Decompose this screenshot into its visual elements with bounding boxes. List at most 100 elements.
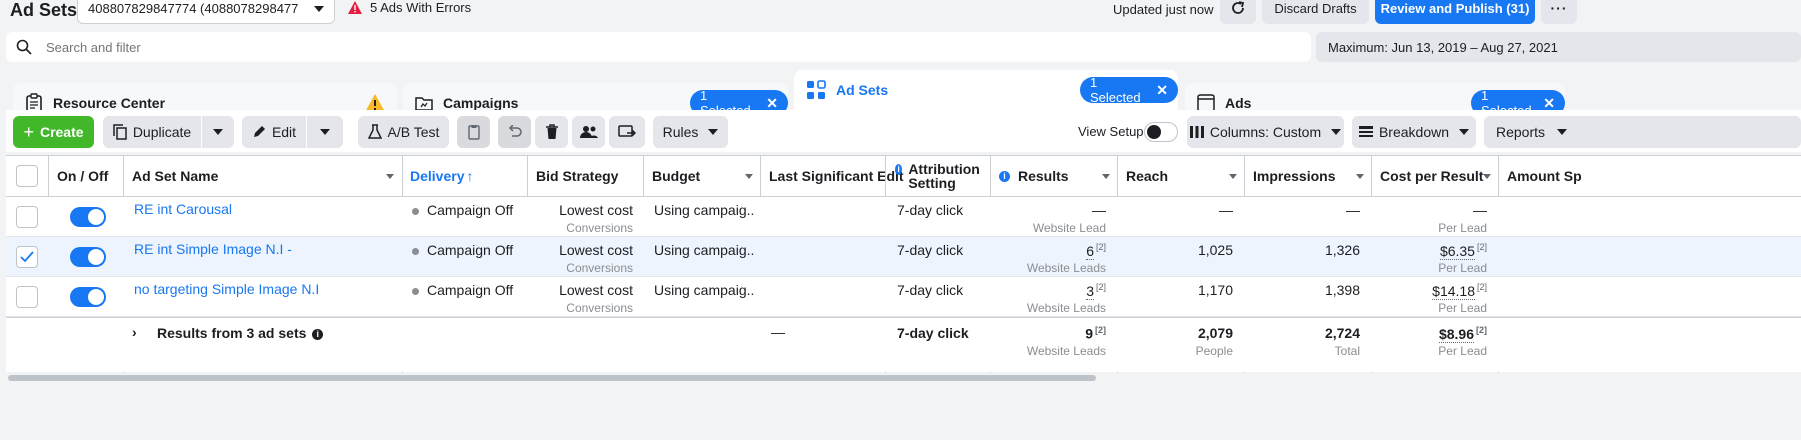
create-button[interactable]: + Create [13, 116, 94, 148]
col-attribution[interactable]: i Attribution Setting [895, 156, 990, 196]
cpr-number: $14.18 [1432, 282, 1475, 300]
chevron-right-icon[interactable]: › [132, 324, 137, 340]
on-off-toggle[interactable] [70, 207, 106, 227]
sort-icon[interactable] [1483, 174, 1491, 179]
summary-impressions: 2,724 [1324, 325, 1360, 341]
clipboard-button[interactable] [457, 116, 490, 148]
reports-button[interactable]: Reports [1484, 116, 1801, 148]
delivery-status: Campaign Off [412, 282, 513, 298]
col-label: Cost per Result [1380, 168, 1484, 184]
table-row[interactable]: no targeting Simple Image N.I Campaign O… [6, 277, 1801, 317]
info-icon[interactable]: i [312, 329, 324, 340]
ad-set-name-link[interactable]: RE int Carousal [134, 201, 232, 217]
date-range-picker[interactable]: Maximum: Jun 13, 2019 – Aug 27, 2021 [1316, 32, 1801, 62]
more-options-button[interactable]: ··· [1541, 0, 1577, 24]
columns-button[interactable]: Columns: Custom [1187, 116, 1344, 148]
cpr-value[interactable]: $14.18 [2] [1377, 282, 1487, 300]
summary-label: Results from 3 ad sets i [157, 325, 324, 341]
delete-button[interactable] [535, 116, 568, 148]
row-checkbox[interactable] [16, 206, 38, 228]
undo-icon [508, 125, 522, 137]
close-icon[interactable]: ✕ [1543, 95, 1555, 112]
search-bar[interactable] [6, 32, 1311, 62]
col-label: Results [1018, 168, 1069, 184]
table-row[interactable]: RE int Simple Image N.I - Campaign Off L… [6, 237, 1801, 277]
col-budget[interactable]: Budget [652, 156, 700, 196]
row-checkbox[interactable] [16, 246, 38, 268]
duplicate-button[interactable]: Duplicate [103, 116, 201, 148]
errors-notice[interactable]: 5 Ads With Errors [348, 0, 471, 15]
view-setup-toggle[interactable] [1144, 122, 1178, 142]
col-onoff[interactable]: On / Off [57, 156, 108, 196]
sort-icon[interactable] [386, 174, 394, 179]
scrollbar-thumb[interactable] [8, 375, 1096, 381]
plus-icon: + [23, 121, 34, 142]
table-row[interactable]: RE int Carousal Campaign Off Lowest cost… [6, 197, 1801, 237]
close-icon[interactable]: ✕ [766, 95, 778, 112]
status-dot [412, 247, 419, 255]
breakdown-button[interactable]: Breakdown [1352, 116, 1476, 148]
ad-set-name-link[interactable]: no targeting Simple Image N.I [134, 281, 319, 297]
horizontal-scrollbar[interactable] [6, 374, 1801, 382]
beaker-icon [367, 124, 382, 139]
info-icon[interactable]: i [999, 170, 1010, 182]
tab-ad-sets[interactable]: Ad Sets 1 Selected ✕ [794, 70, 1178, 110]
ad-set-name-link[interactable]: RE int Simple Image N.I - [134, 241, 292, 257]
rules-button[interactable]: Rules [653, 116, 728, 148]
sort-icon[interactable] [1356, 174, 1364, 179]
attribution-setting: 7-day click [897, 242, 964, 258]
summary-reach-sub: People [1195, 344, 1233, 358]
col-amount-spent[interactable]: Amount Sp [1507, 156, 1582, 196]
preview-button[interactable] [609, 116, 645, 148]
col-delivery[interactable]: Delivery ↑ [410, 156, 473, 196]
summary-row: › Results from 3 ad sets i — 7-day click… [6, 317, 1801, 372]
on-off-toggle[interactable] [70, 247, 106, 267]
error-triangle-icon [348, 1, 362, 14]
duplicate-dropdown-button[interactable] [202, 116, 234, 148]
selected-pill[interactable]: 1 Selected ✕ [1080, 75, 1178, 105]
checkmark-icon [20, 251, 34, 263]
edit-dropdown-button[interactable] [307, 116, 343, 148]
close-icon[interactable]: ✕ [1156, 82, 1168, 99]
col-ad-set-name[interactable]: Ad Set Name [132, 156, 218, 196]
ab-test-button[interactable]: A/B Test [358, 116, 449, 148]
summary-cpr-number: $8.96 [1438, 325, 1474, 343]
arrow-up-icon: ↑ [466, 168, 474, 184]
attribution-setting: 7-day click [897, 202, 964, 218]
review-publish-button[interactable]: Review and Publish (31) [1375, 0, 1535, 24]
col-impressions[interactable]: Impressions [1253, 156, 1335, 196]
audience-button[interactable] [572, 116, 605, 148]
results-value[interactable]: 3 [2] [996, 282, 1106, 300]
cpr-value[interactable]: $6.35 [2] [1377, 242, 1487, 260]
col-label: Budget [652, 168, 701, 184]
row-checkbox[interactable] [16, 286, 38, 308]
results-sub: Website Lead [1032, 221, 1106, 235]
columns-label: Columns: Custom [1209, 124, 1322, 140]
col-cost-per-result[interactable]: Cost per Result [1380, 156, 1483, 196]
on-off-toggle[interactable] [70, 287, 106, 307]
sort-icon[interactable] [745, 174, 753, 179]
col-last-edit[interactable]: Last Significant Edit [769, 156, 904, 196]
grid-icon [807, 80, 826, 99]
col-results[interactable]: i Results [999, 156, 1069, 196]
col-reach[interactable]: Reach [1126, 156, 1168, 196]
search-input[interactable] [46, 39, 1246, 55]
refresh-button[interactable] [1220, 0, 1256, 24]
summary-results: 9 [2] [996, 325, 1106, 342]
col-bid-strategy[interactable]: Bid Strategy [536, 156, 618, 196]
select-all-checkbox[interactable] [16, 165, 38, 187]
reach-value: 1,170 [1197, 282, 1233, 298]
edit-button[interactable]: Edit [242, 116, 306, 148]
col-divider [48, 156, 49, 197]
account-select[interactable]: 408807829847774 (408807829847777... [77, 0, 335, 24]
updated-status: Updated just now [1113, 2, 1214, 17]
discard-drafts-button[interactable]: Discard Drafts [1262, 0, 1369, 24]
results-value[interactable]: 6 [2] [996, 242, 1106, 260]
tab-label: Ad Sets [836, 82, 889, 98]
sort-icon[interactable] [1229, 174, 1237, 179]
undo-button[interactable] [498, 116, 531, 148]
sort-icon[interactable] [1102, 174, 1110, 179]
info-icon[interactable]: i [895, 164, 903, 175]
delivery-text: Campaign Off [427, 282, 514, 298]
footnote-marker: [2] [1095, 325, 1106, 335]
